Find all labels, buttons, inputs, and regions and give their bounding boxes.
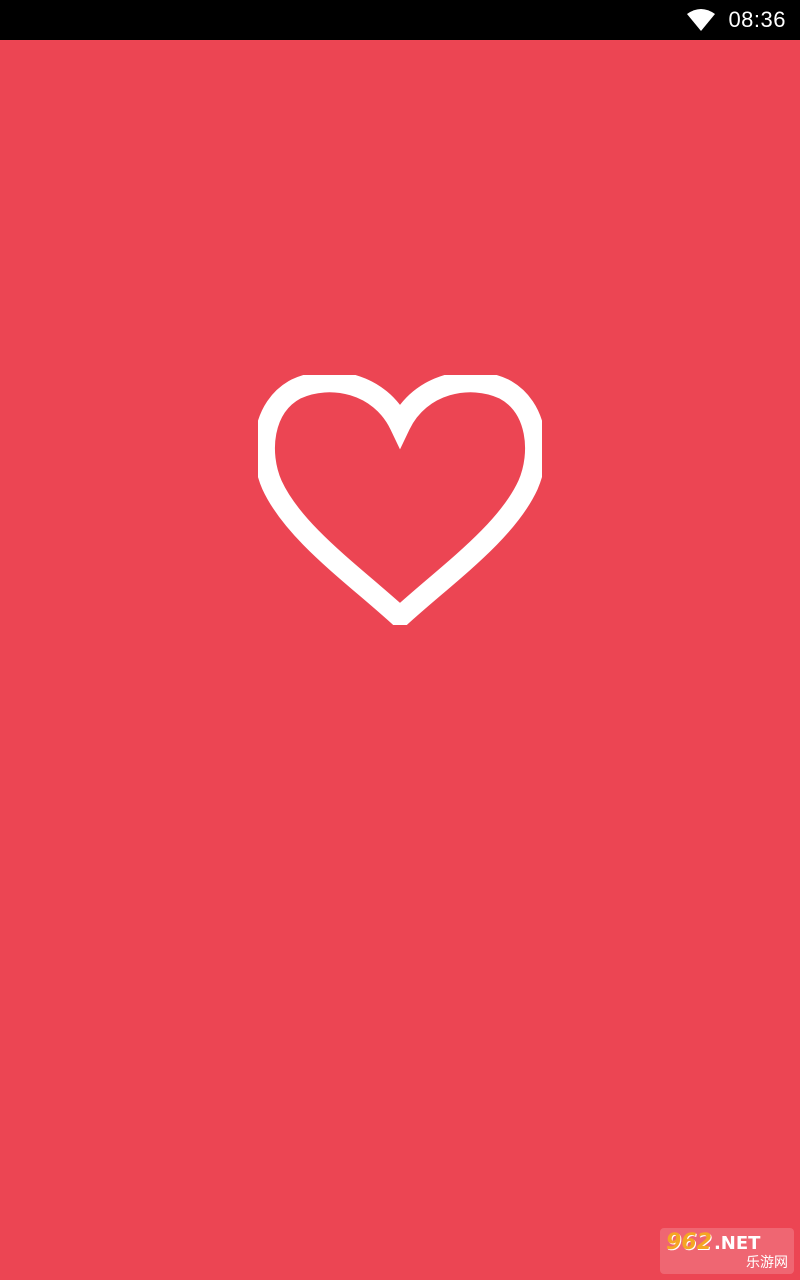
wifi-icon bbox=[686, 8, 716, 32]
watermark-number: 962 bbox=[666, 1229, 712, 1255]
site-watermark: 962 .NET 乐游网 bbox=[660, 1228, 794, 1274]
status-bar: 08:36 bbox=[0, 0, 800, 40]
heart-outline-icon bbox=[253, 371, 547, 632]
watermark-suffix: .NET bbox=[713, 1232, 761, 1254]
status-time: 08:36 bbox=[728, 7, 786, 32]
splash-screen: 08:36 962 .NET 乐游网 bbox=[0, 0, 800, 1280]
watermark-subtitle: 乐游网 bbox=[746, 1254, 788, 1271]
